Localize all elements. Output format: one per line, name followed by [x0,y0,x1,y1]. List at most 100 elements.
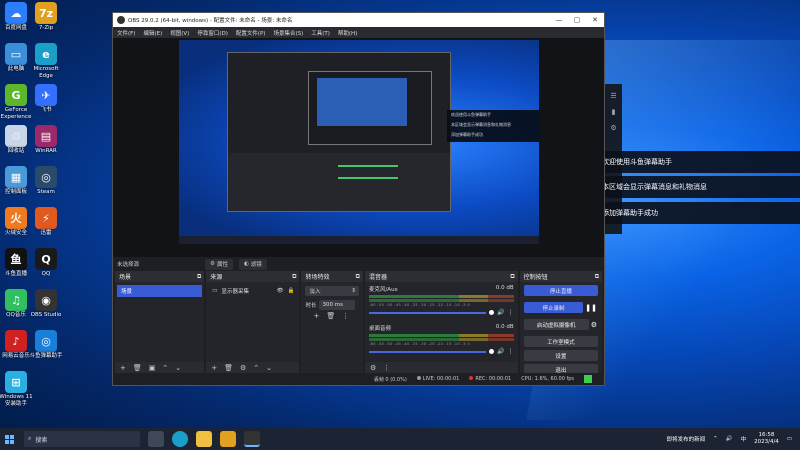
notification-icon[interactable]: ▭ [787,436,792,442]
undock-icon[interactable]: ⧉ [595,273,599,281]
menu-item[interactable]: 帮助(H) [338,29,357,37]
trash-icon[interactable]: 🗑 [326,312,335,320]
transition-select[interactable]: 淡入 ⇕ [305,286,359,296]
desktop-icon-label: QQ [41,271,51,277]
search-box[interactable]: ⌕ 搜索 [24,431,140,447]
menu-item[interactable]: 场景集合(S) [273,29,303,37]
maximize-button[interactable]: ▢ [568,16,586,24]
add-icon[interactable]: + [313,312,319,320]
gear-icon[interactable]: ⚙ [591,321,597,329]
app-icon: 火 [5,207,27,229]
desktop-icon[interactable]: ◎ Steam [28,166,64,196]
danmu-message: 本区域会显示弹幕消息和礼物消息 [592,176,800,198]
pause-icon[interactable]: ❚❚ [585,304,597,312]
desktop-icon-label: Steam [37,189,55,195]
file-explorer-icon[interactable] [196,431,212,447]
menu-item[interactable]: 文件(F) [117,29,135,37]
undock-icon[interactable]: ⧉ [197,273,201,281]
menu-item[interactable]: 配置文件(P) [236,29,266,37]
mixer-channel: 桌面音频 0.0 dB -60 -55 -50 -45 -40 -35 -30 -… [368,324,514,355]
desktop-icon-label: 斗鱼弹幕助手 [29,353,63,359]
menu-item[interactable]: 编辑(E) [143,29,162,37]
add-icon[interactable]: + [211,364,217,372]
seven-zip-icon[interactable] [220,431,236,447]
duration-label: 时长 [305,303,317,309]
duration-input[interactable]: 300 ms [319,300,356,310]
start-button[interactable] [0,428,18,450]
news-text[interactable]: 即将发布的新闻 [667,435,706,443]
eye-icon[interactable]: 👁 [277,288,284,294]
more-icon[interactable]: ⋮ [508,348,514,355]
meter-ticks: -60 -55 -50 -45 -40 -35 -30 -25 -20 -15 … [368,342,471,346]
desktop-icon[interactable]: ⚡ 迅雷 [28,207,64,237]
stop-streaming-button[interactable]: 停止直播 [523,285,598,296]
desktop-icon[interactable]: ◎ 斗鱼弹幕助手 [28,330,64,360]
close-button[interactable]: ✕ [586,16,604,24]
trash-icon[interactable]: 🗑 [224,364,233,372]
edge-icon[interactable] [172,431,188,447]
filters-button[interactable]: ◐ 滤镜 [238,258,267,270]
live-status: LIVE: 00:00:01 [416,376,459,382]
preview-danmu-panel: 欢迎使用斗鱼弹幕助手 本区域会显示弹幕消息和礼物消息 添加弹幕助手成功 [447,110,539,142]
pin-icon[interactable]: ▮ [605,108,622,116]
chevron-up-icon[interactable]: ⌃ [253,364,259,372]
speaker-icon[interactable]: 🔊 [726,436,733,442]
gear-icon[interactable]: ⚙ [370,364,376,372]
speaker-icon[interactable]: 🔊 [497,348,504,355]
desktop-icon[interactable]: Q QQ [28,248,64,278]
filters-label: 滤镜 [250,262,262,268]
undock-icon[interactable]: ⧉ [292,273,296,281]
app-icon: ▦ [5,166,27,188]
no-source-label: 未选择源 [117,262,140,268]
desktop-icon[interactable]: ▤ WinRAR [28,125,64,155]
trash-icon[interactable]: 🗑 [133,364,142,372]
more-icon[interactable]: ⋮ [508,309,514,316]
add-icon[interactable]: + [120,364,126,372]
source-item[interactable]: ▭ 显示器采集 👁 🔒 [208,285,297,297]
start-virtual-camera-button[interactable]: 启动虚拟摄像机 [523,319,589,330]
settings-icon[interactable]: ⚙ [605,124,622,132]
speaker-icon[interactable]: 🔊 [497,309,504,316]
chevron-up-icon[interactable]: ⌃ [162,364,168,372]
chevron-down-icon[interactable]: ⌄ [175,364,181,372]
desktop-icon-label: Microsoft Edge [33,66,59,79]
desktop-icon[interactable]: ✈ 飞书 [28,84,64,114]
lock-icon[interactable]: 🔒 [288,288,295,294]
filter-icon[interactable]: ▣ [149,364,156,372]
properties-button[interactable]: ⚙ 属性 [205,258,233,270]
desktop-icon[interactable]: 7z 7-Zip [28,2,64,32]
preview-canvas[interactable]: 欢迎使用斗鱼弹幕助手 本区域会显示弹幕消息和礼物消息 添加弹幕助手成功 [113,38,604,257]
undock-icon[interactable]: ⧉ [356,273,360,281]
transitions-dock: 转场特效 ⧉ 淡入 ⇕ 时长 300 ms + 🗑 ⋮ [301,271,363,374]
clock[interactable]: 16:58 2023/4/4 [754,432,779,446]
volume-slider[interactable]: 🔊 ⋮ [368,348,514,355]
scenes-dock: 场景 ⧉ 场景 + 🗑 ▣ ⌃ ⌄ [115,271,205,374]
desktop-icon[interactable]: ◉ OBS Studio [28,289,64,319]
desktop-icon[interactable]: ⊞ Windows 11 安装助手 [0,371,34,407]
more-icon[interactable]: ⋮ [383,364,390,372]
scene-item[interactable]: 场景 [117,285,203,297]
menu-item[interactable]: 视图(V) [170,29,189,37]
obs-taskbar-icon[interactable] [244,431,260,447]
desktop-icon[interactable]: e Microsoft Edge [28,43,64,79]
chevron-up-icon[interactable]: ⌃ [713,436,718,442]
settings-button[interactable]: 设置 [523,350,598,361]
app-icon: e [35,43,57,65]
app-icon: ◎ [35,166,57,188]
app-icon: ▭ [5,43,27,65]
chevron-down-icon[interactable]: ⌄ [266,364,272,372]
more-icon[interactable]: ⋮ [342,312,349,320]
input-method[interactable]: 中 [741,435,747,443]
channel-db: 0.0 dB [495,324,514,330]
volume-slider[interactable]: 🔊 ⋮ [368,309,514,316]
stop-recording-button[interactable]: 停止录制 [523,302,584,313]
studio-mode-button[interactable]: 工作室模式 [523,336,598,347]
menu-item[interactable]: 工具(T) [311,29,330,37]
menu-item[interactable]: 停靠窗口(D) [197,29,228,37]
task-view-icon[interactable] [148,431,164,447]
minimize-button[interactable]: — [550,16,568,24]
undock-icon[interactable]: ⧉ [510,273,514,281]
desktop-icon-label: WinRAR [35,148,57,154]
gear-icon[interactable]: ⚙ [240,364,246,372]
menu-icon[interactable]: ☰ [605,92,622,100]
